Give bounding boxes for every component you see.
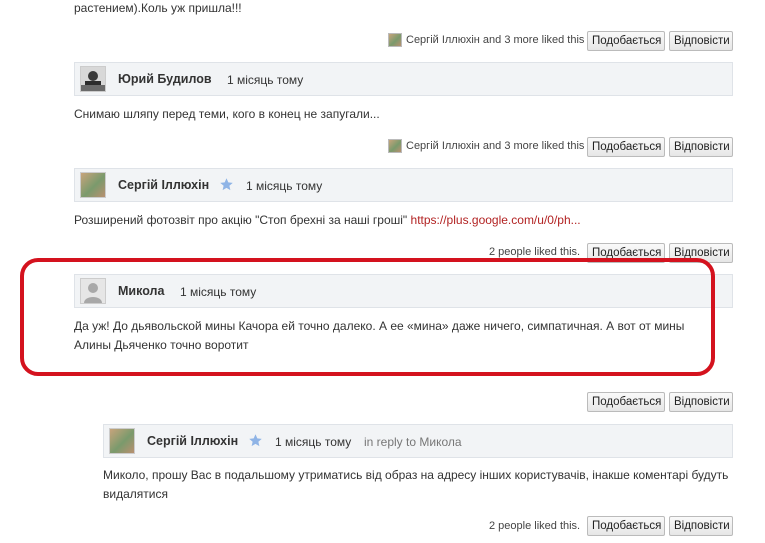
comment-body: растением).Коль уж пришла!!! [74,1,242,15]
comment-text-line: Алины Дьяченко точно воротит [74,338,249,352]
comment-link[interactable]: https://plus.google.com/u/0/ph... [411,213,581,227]
comment-time[interactable]: 1 місяць тому [180,285,256,299]
comment-body: Розширений фотозвіт про акцію "Стоп брех… [74,211,581,230]
reply-button[interactable]: Відповісти [669,516,733,536]
like-button[interactable]: Подобається [587,31,665,51]
author-name[interactable]: Сергій Іллюхін [147,434,238,448]
like-button[interactable]: Подобається [587,516,665,536]
avatar-photo [81,67,105,91]
avatar[interactable] [80,278,106,304]
liked-text[interactable]: 2 people liked this. [489,245,580,259]
author-name[interactable]: Микола [118,284,164,298]
liked-text[interactable]: 2 people liked this. [489,519,580,533]
liker-avatar [388,33,402,48]
reply-button[interactable]: Відповісти [669,137,733,157]
avatar[interactable] [109,428,135,454]
comment-time[interactable]: 1 місяць тому [227,73,303,87]
liked-text[interactable]: Сергій Іллюхін and 3 more liked this [406,140,584,152]
liked-info: Сергій Іллюхін and 3 more liked this [388,33,584,48]
author-name[interactable]: Сергій Іллюхін [118,178,209,192]
star-icon [220,178,233,191]
comment-text-line: Миколо, прошу Вас в подальшому утриматис… [103,468,729,482]
comment-body: Снимаю шляпу перед теми, кого в конец не… [74,107,380,121]
default-avatar-icon [81,279,105,303]
in-reply-name[interactable]: Микола [419,435,461,449]
star-icon [249,434,262,447]
comment-text-line: Да уж! До дьявольской мины Качора ей точ… [74,319,685,333]
comment-header: Микола 1 місяць тому [74,274,733,308]
in-reply-prefix: in reply to [364,435,417,449]
reply-button[interactable]: Відповісти [669,31,733,51]
like-button[interactable]: Подобається [587,137,665,157]
comment-text-line: видалятися [103,487,168,501]
comment-header: Сергій Іллюхін 1 місяць тому in reply to… [103,424,733,458]
comment-header: Юрий Будилов 1 місяць тому [74,62,733,96]
comment-text: Розширений фотозвіт про акцію "Стоп брех… [74,213,408,227]
comment-header: Сергій Іллюхін 1 місяць тому [74,168,733,202]
like-button[interactable]: Подобається [587,392,665,412]
like-button[interactable]: Подобається [587,243,665,263]
reply-button[interactable]: Відповісти [669,392,733,412]
liked-text[interactable]: Сергій Іллюхін and 3 more liked this [406,34,584,46]
author-name[interactable]: Юрий Будилов [118,72,212,86]
avatar[interactable] [80,172,106,198]
avatar[interactable] [80,66,106,92]
in-reply-to: in reply to Микола [364,435,462,449]
liker-avatar [388,139,402,154]
comment-body: Миколо, прошу Вас в подальшому утриматис… [103,466,743,504]
comment-time[interactable]: 1 місяць тому [275,435,351,449]
liked-info: Сергій Іллюхін and 3 more liked this [388,139,584,154]
comment-time[interactable]: 1 місяць тому [246,179,322,193]
comment-body: Да уж! До дьявольской мины Качора ей точ… [74,317,714,355]
reply-button[interactable]: Відповісти [669,243,733,263]
